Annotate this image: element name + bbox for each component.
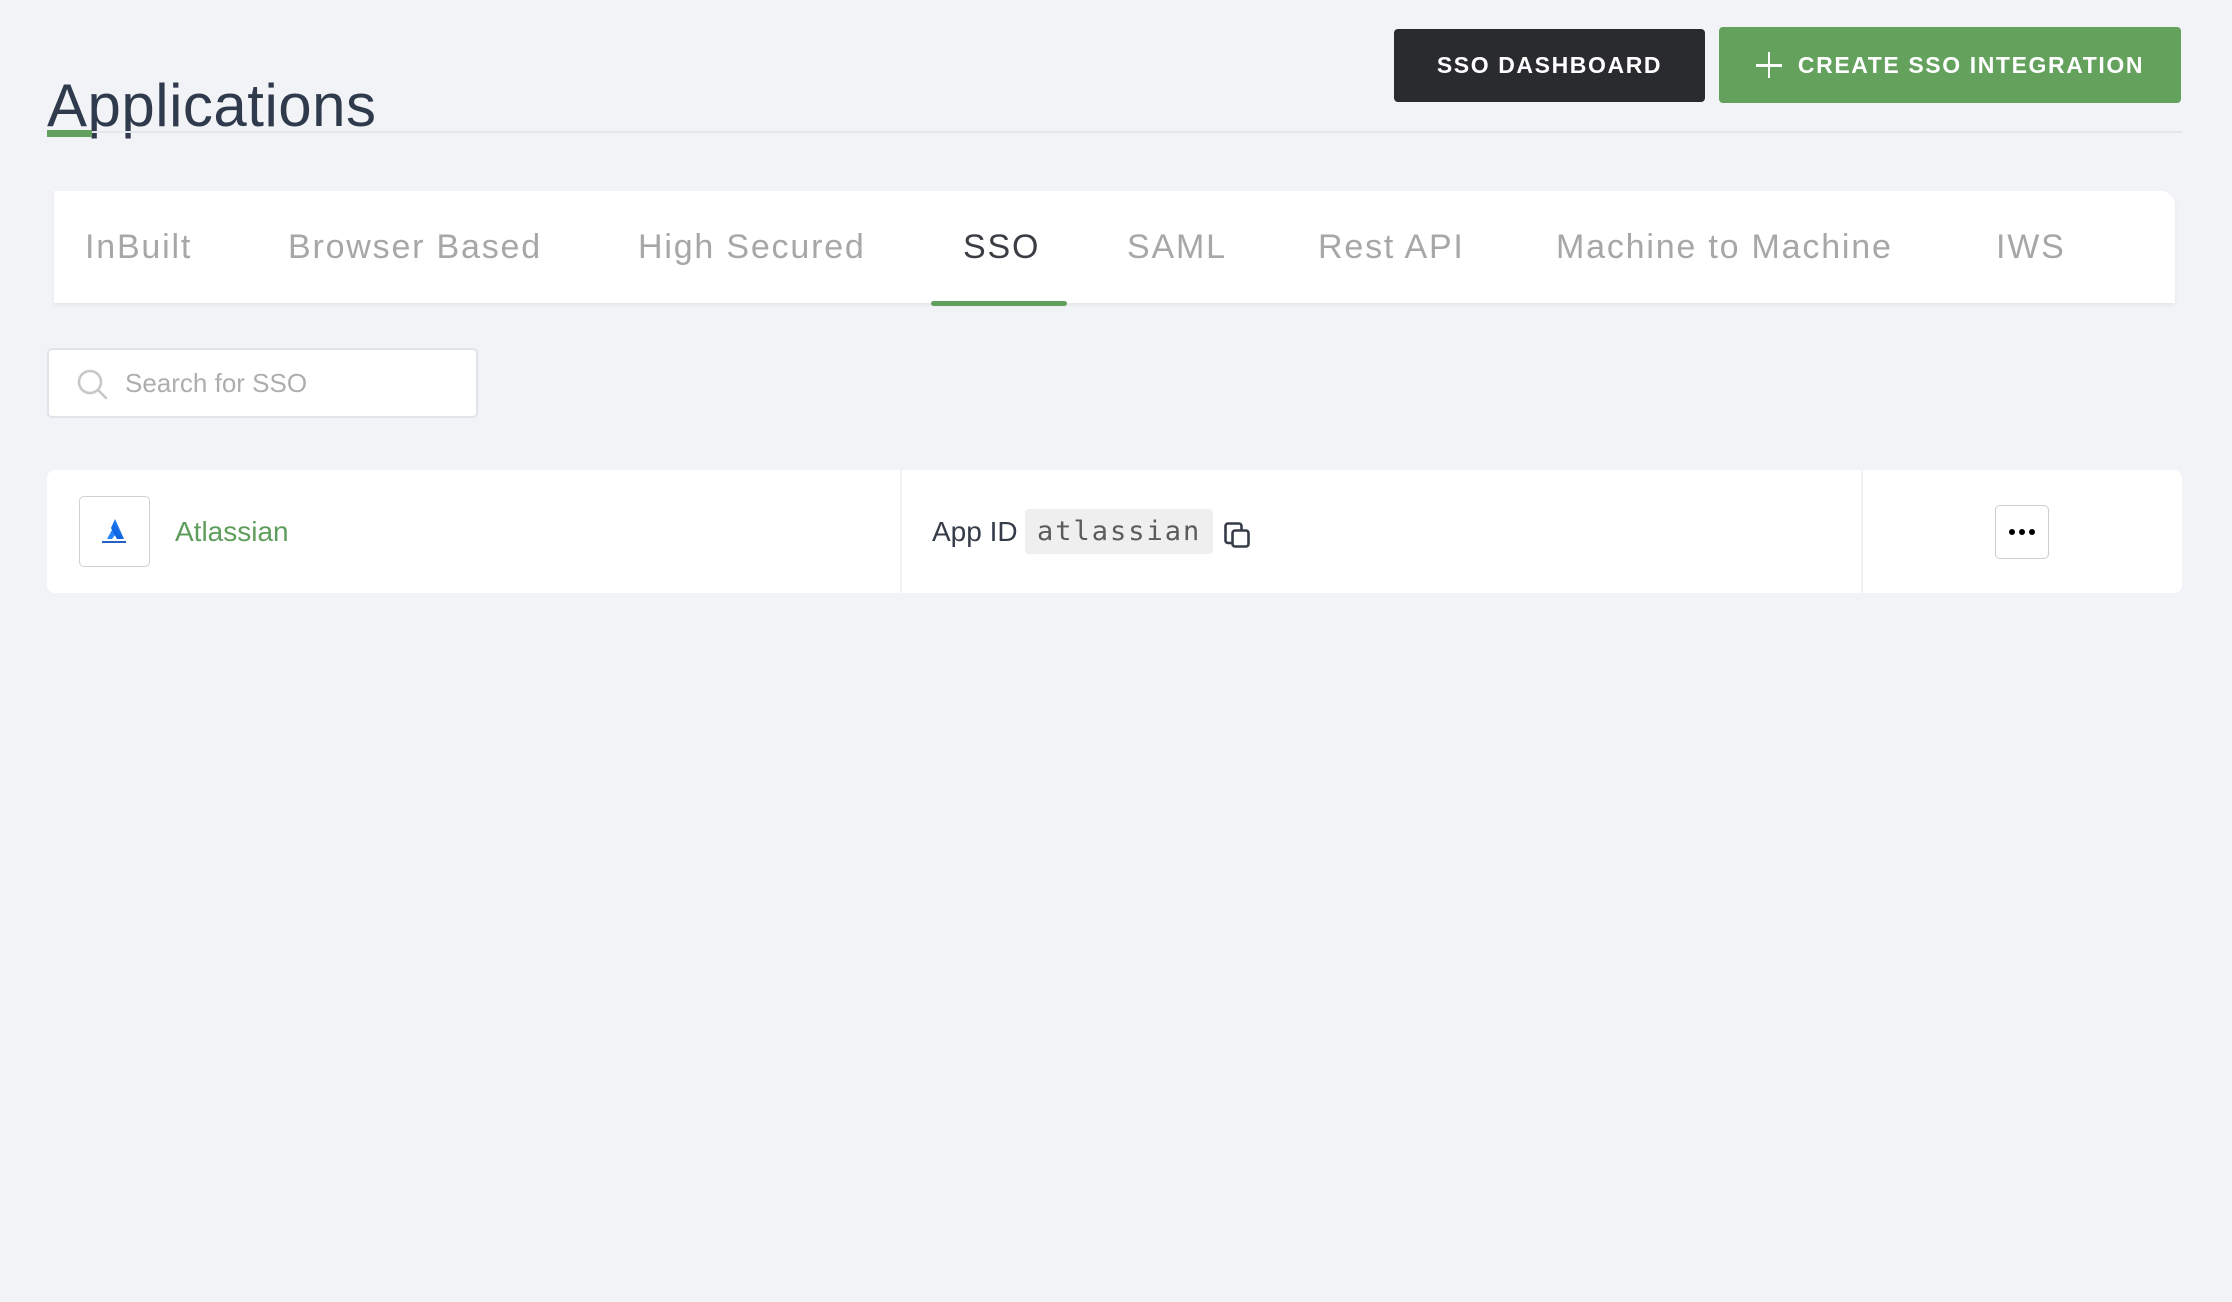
- create-sso-integration-button[interactable]: CREATE SSO INTEGRATION: [1719, 27, 2181, 103]
- sso-dashboard-button[interactable]: SSO DASHBOARD: [1394, 29, 1705, 102]
- more-horizontal-icon: [2009, 529, 2015, 535]
- title-underline-accent: [47, 130, 92, 137]
- search-input[interactable]: [125, 350, 465, 416]
- app-id-value: atlassian: [1025, 509, 1214, 554]
- tab-saml[interactable]: SAML: [1127, 191, 1227, 303]
- tab-rest-api[interactable]: Rest API: [1318, 191, 1465, 303]
- tab-inbuilt[interactable]: InBuilt: [85, 191, 192, 303]
- search-icon: [77, 369, 108, 400]
- more-dot: [2029, 529, 2035, 535]
- column-divider: [1861, 470, 1863, 593]
- active-tab-indicator: [931, 301, 1067, 306]
- more-options-button[interactable]: [1995, 505, 2049, 559]
- tab-machine-to-machine[interactable]: Machine to Machine: [1556, 191, 1893, 303]
- plus-icon: [1755, 52, 1782, 78]
- atlassian-logo: [79, 496, 150, 567]
- application-row: Atlassian App ID atlassian: [47, 470, 2182, 593]
- atlassian-logo-icon: [102, 519, 126, 543]
- column-divider: [900, 470, 902, 593]
- tab-high-secured[interactable]: High Secured: [638, 191, 866, 303]
- more-dot: [2019, 529, 2025, 535]
- tab-browser-based[interactable]: Browser Based: [288, 191, 542, 303]
- search-box: [47, 348, 478, 418]
- app-type-tabs: InBuilt Browser Based High Secured SSO S…: [54, 191, 2175, 303]
- app-id-label: App ID: [932, 516, 1018, 547]
- tab-sso[interactable]: SSO: [963, 191, 1040, 303]
- tab-iws[interactable]: IWS: [1996, 191, 2066, 303]
- sso-dashboard-label: SSO DASHBOARD: [1436, 52, 1663, 78]
- title-divider: [47, 131, 2182, 133]
- application-name-link[interactable]: Atlassian: [175, 470, 289, 593]
- copy-icon[interactable]: [1219, 517, 1255, 553]
- create-sso-integration-label: CREATE SSO INTEGRATION: [1797, 51, 2145, 78]
